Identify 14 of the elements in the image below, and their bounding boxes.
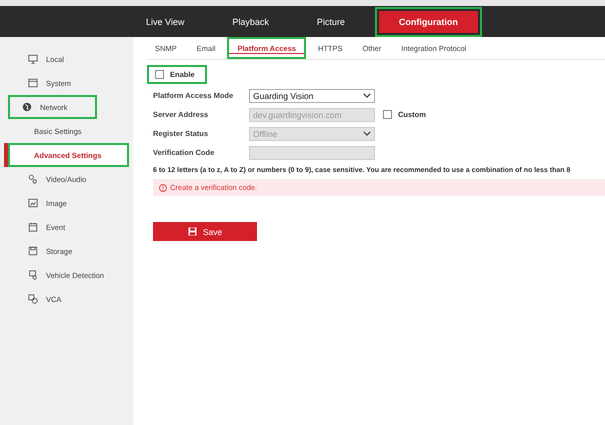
globe-icon (22, 102, 32, 112)
nav-tab[interactable]: Playback (218, 10, 283, 32)
monitor-icon (28, 54, 38, 64)
dropdown[interactable]: Guarding Vision (249, 88, 375, 102)
nav-tab[interactable]: Live View (132, 10, 198, 32)
chevron-down-icon (363, 131, 371, 136)
picture-icon (28, 198, 38, 208)
save-button[interactable]: Save (153, 222, 257, 242)
info-icon (159, 184, 167, 192)
calendar-icon (28, 222, 38, 232)
chevron-down-icon (363, 93, 371, 98)
window-icon (28, 78, 38, 88)
nav-tab[interactable]: Picture (302, 10, 359, 32)
nav-tab[interactable]: Configuration (378, 10, 478, 32)
